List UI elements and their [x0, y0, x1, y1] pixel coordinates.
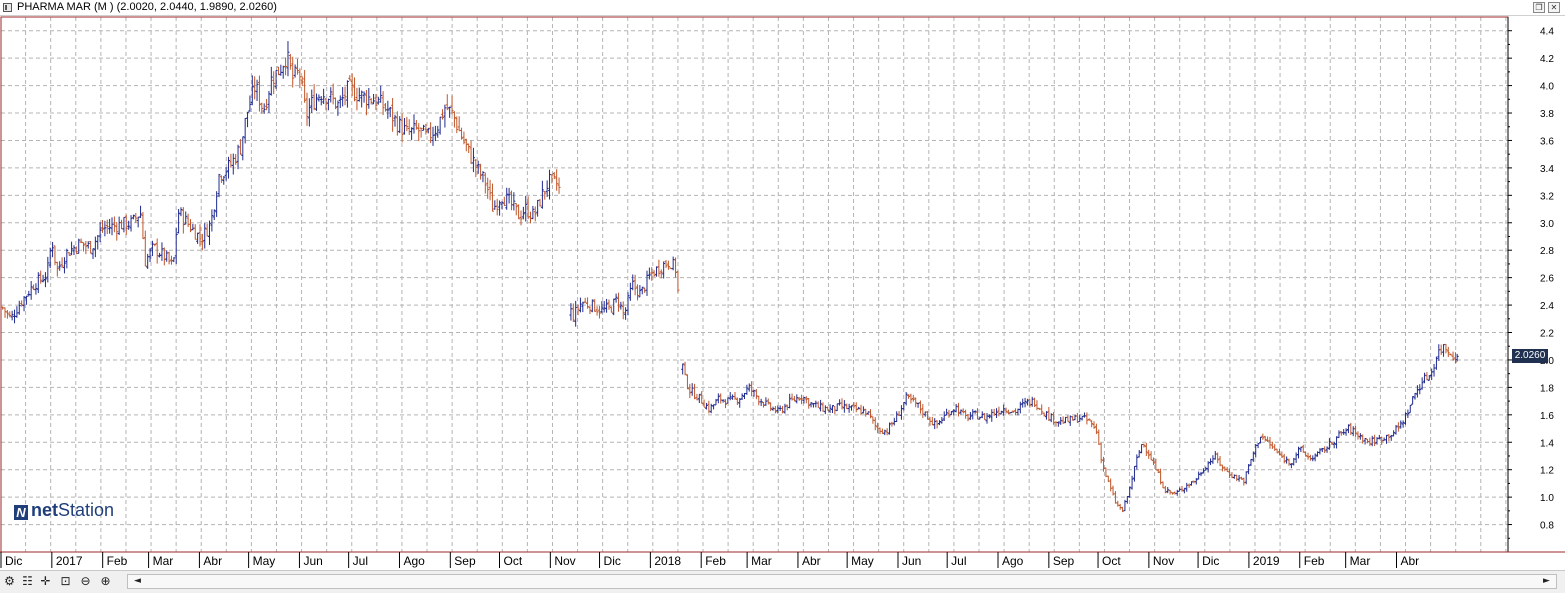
y-tick-label: 1.0 [1540, 493, 1554, 504]
x-tick-label: Oct [1102, 554, 1121, 568]
window-icon[interactable] [3, 3, 12, 12]
y-tick-label: 3.4 [1540, 164, 1554, 175]
x-tick-label: Abr [203, 554, 222, 568]
restore-icon[interactable]: ❐ [1533, 2, 1545, 13]
close-icon[interactable]: ✕ [1548, 2, 1560, 13]
bottom-toolbar: ⚙ ☷ ✛ ⊡ ⊖ ⊕ ◄ ► [0, 570, 1565, 593]
y-tick-label: 2.4 [1540, 301, 1554, 312]
last-price-badge: 2.0260 [1512, 349, 1548, 364]
x-tick-label: Mar [1350, 554, 1371, 568]
x-tick-label: Dic [604, 554, 621, 568]
x-tick-label: Jun [303, 554, 322, 568]
x-tick-label: Feb [107, 554, 128, 568]
x-tick-label: Nov [1153, 554, 1174, 568]
x-tick-label: May [851, 554, 874, 568]
x-tick-label: Mar [153, 554, 174, 568]
x-tick-label: Abr [1400, 554, 1419, 568]
x-tick-label: Feb [705, 554, 726, 568]
x-tick-label: 2019 [1253, 554, 1280, 568]
y-tick-label: 1.4 [1540, 438, 1554, 449]
zoom-out-icon[interactable]: ⊖ [78, 574, 93, 589]
y-tick-label: 4.0 [1540, 82, 1554, 93]
price-chart[interactable]: 0.81.01.21.41.61.82.02.22.42.62.83.03.23… [0, 16, 1565, 568]
scroll-right-button[interactable]: ► [1539, 575, 1554, 588]
window-title: PHARMA MAR (M ) (2.0020, 2.0440, 1.9890,… [17, 1, 277, 13]
x-tick-label: Mar [751, 554, 772, 568]
x-tick-label: May [253, 554, 276, 568]
y-tick-label: 2.2 [1540, 329, 1554, 340]
x-tick-label: Sep [1053, 554, 1075, 568]
y-tick-label: 1.6 [1540, 411, 1554, 422]
plot-frame [0, 16, 1509, 553]
y-tick-label: 2.8 [1540, 246, 1554, 257]
x-tick-label: Jul [951, 554, 966, 568]
chart-settings-icon[interactable]: ⚙ [2, 574, 17, 589]
horizontal-scrollbar[interactable]: ◄ ► [127, 574, 1557, 589]
y-tick-label: 2.6 [1540, 274, 1554, 285]
x-tick-label: Jul [353, 554, 368, 568]
logo-mark: N [14, 505, 28, 520]
netstation-logo: NnetStation [14, 500, 114, 521]
x-tick-label: Ago [403, 554, 425, 568]
window-titlebar: PHARMA MAR (M ) (2.0020, 2.0440, 1.9890,… [0, 0, 1565, 16]
zoom-in-icon[interactable]: ⊕ [98, 574, 113, 589]
x-tick-label: 2018 [654, 554, 681, 568]
x-tick-label: Nov [554, 554, 575, 568]
y-tick-label: 1.2 [1540, 466, 1554, 477]
scroll-left-button[interactable]: ◄ [130, 575, 145, 588]
x-tick-label: Dic [1202, 554, 1219, 568]
x-tick-label: Dic [5, 554, 22, 568]
x-tick-label: 2017 [56, 554, 83, 568]
crosshair-icon[interactable]: ✛ [38, 574, 53, 589]
x-tick-label: Feb [1304, 554, 1325, 568]
zoom-fit-icon[interactable]: ⊡ [58, 574, 73, 589]
x-tick-label: Jun [902, 554, 921, 568]
y-tick-label: 3.8 [1540, 109, 1554, 120]
y-tick-label: 1.8 [1540, 383, 1554, 394]
chart-area[interactable]: 0.81.01.21.41.61.82.02.22.42.62.83.03.23… [0, 16, 1565, 568]
y-tick-label: 4.4 [1540, 27, 1554, 38]
y-tick-label: 3.2 [1540, 191, 1554, 202]
y-tick-label: 3.6 [1540, 136, 1554, 147]
y-tick-label: 3.0 [1540, 219, 1554, 230]
x-tick-label: Ago [1002, 554, 1024, 568]
indicators-icon[interactable]: ☷ [20, 574, 35, 589]
y-tick-label: 4.2 [1540, 54, 1554, 65]
x-tick-label: Oct [504, 554, 523, 568]
y-tick-label: 0.8 [1540, 521, 1554, 532]
logo-text-net: net [31, 500, 58, 520]
x-tick-label: Abr [802, 554, 821, 568]
x-tick-label: Sep [454, 554, 476, 568]
logo-text-station: Station [58, 500, 115, 520]
